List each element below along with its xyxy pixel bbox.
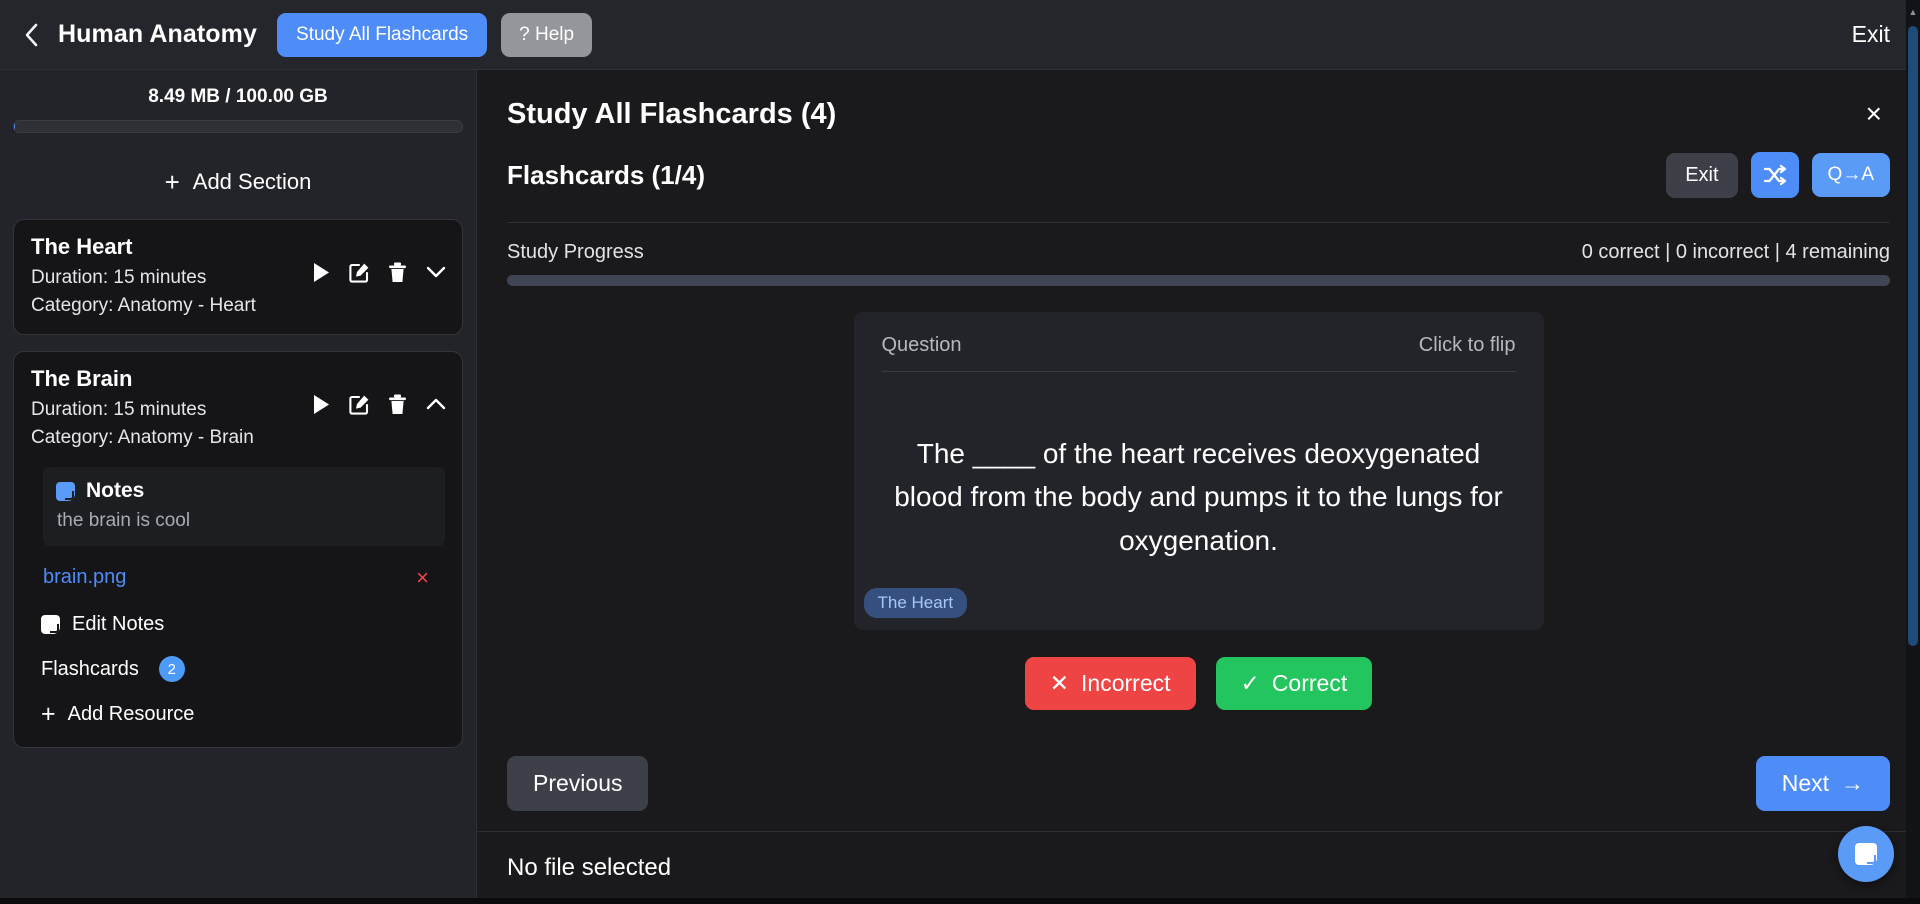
file-row: brain.png × <box>31 552 445 603</box>
next-button[interactable]: Next → <box>1755 756 1890 811</box>
flashcards-count-badge: 2 <box>158 656 185 683</box>
back-button[interactable] <box>18 20 44 50</box>
progress-label: Study Progress <box>507 241 644 263</box>
app-root: Human Anatomy Study All Flashcards ? Hel… <box>0 0 1920 904</box>
notes-fab-button[interactable] <box>1838 826 1894 882</box>
main-panel: Study All Flashcards (4) × Flashcards (1… <box>477 70 1920 904</box>
progress-bar <box>507 275 1890 286</box>
body-split: 8.49 MB / 100.00 GB + Add Section The He… <box>0 70 1920 904</box>
flashcard-header: Flashcards (1/4) Exit Q→A <box>477 142 1920 212</box>
correct-button[interactable]: ✓ Correct <box>1215 657 1373 710</box>
section-card-heart[interactable]: The Heart Duration: 15 minutes Category:… <box>13 219 463 336</box>
edit-icon[interactable] <box>348 261 371 284</box>
shuffle-icon <box>1763 164 1786 186</box>
flashcard-counter: Flashcards (1/4) <box>507 159 705 190</box>
next-label: Next <box>1781 770 1829 796</box>
section-header: The Brain Duration: 15 minutes Category:… <box>31 366 445 451</box>
section-card-brain[interactable]: The Brain Duration: 15 minutes Category:… <box>13 351 463 749</box>
shuffle-button[interactable] <box>1750 152 1799 198</box>
previous-button[interactable]: Previous <box>507 756 649 811</box>
incorrect-button[interactable]: ✕ Incorrect <box>1024 657 1196 710</box>
chevron-left-icon <box>25 23 37 46</box>
progress-row: Study Progress 0 correct | 0 incorrect |… <box>507 222 1890 275</box>
add-resource-button[interactable]: + Add Resource <box>31 692 445 737</box>
flashcard-tools: Exit Q→A <box>1666 152 1890 198</box>
add-section-label: Add Section <box>192 169 312 194</box>
x-icon: ✕ <box>1049 670 1070 696</box>
plus-icon: + <box>164 167 180 197</box>
judgement-row: ✕ Incorrect ✓ Correct <box>1024 657 1373 710</box>
section-header: The Heart Duration: 15 minutes Category:… <box>31 234 445 319</box>
page-title: Human Anatomy <box>58 20 258 48</box>
plus-icon: + <box>41 700 56 729</box>
section-collapse-toggle[interactable] <box>424 393 447 416</box>
progress-stats: 0 correct | 0 incorrect | 4 remaining <box>1581 241 1890 263</box>
chevron-up-icon <box>426 398 445 410</box>
progress-section: Study Progress 0 correct | 0 incorrect |… <box>477 212 1920 286</box>
flashcards-button[interactable]: Flashcards 2 <box>31 646 445 692</box>
notes-body: the brain is cool <box>57 510 191 532</box>
file-link[interactable]: brain.png <box>43 566 126 589</box>
bottom-strip <box>0 898 1920 904</box>
section-title: The Brain <box>31 366 133 392</box>
edit-notes-label: Edit Notes <box>72 613 165 636</box>
correct-label: Correct <box>1271 670 1348 696</box>
sidebar: 8.49 MB / 100.00 GB + Add Section The He… <box>0 70 477 904</box>
section-title: The Heart <box>31 234 133 259</box>
scroll-up-arrow-icon[interactable]: ▲ <box>1906 4 1920 20</box>
section-collapse-toggle[interactable] <box>424 261 447 284</box>
check-icon: ✓ <box>1240 670 1260 696</box>
scrollbar-thumb[interactable] <box>1908 26 1918 646</box>
delete-icon[interactable] <box>386 261 409 284</box>
study-session-title: Study All Flashcards (4) <box>507 97 837 130</box>
study-header: Study All Flashcards (4) × <box>477 70 1920 142</box>
incorrect-label: Incorrect <box>1081 670 1171 696</box>
edit-icon[interactable] <box>348 393 371 416</box>
delete-icon[interactable] <box>386 393 409 416</box>
play-icon[interactable] <box>310 393 333 416</box>
remove-file-icon[interactable]: × <box>410 566 435 589</box>
session-exit-button[interactable]: Exit <box>1666 152 1738 198</box>
study-all-flashcards-button[interactable]: Study All Flashcards <box>277 12 488 57</box>
note-icon <box>56 481 75 501</box>
flashcard[interactable]: Question Click to flip The ____ of the h… <box>853 312 1544 630</box>
storage-usage-label: 8.49 MB / 100.00 GB <box>148 86 328 107</box>
exit-button[interactable]: Exit <box>1848 15 1894 54</box>
card-side-label: Question <box>881 334 962 356</box>
notes-block: Notes the brain is cool <box>43 467 445 547</box>
section-actions <box>310 393 447 416</box>
storage-usage-bar <box>13 120 463 133</box>
edit-notes-button[interactable]: Edit Notes <box>31 603 445 646</box>
note-icon <box>41 615 60 635</box>
flip-hint: Click to flip <box>1418 334 1516 356</box>
chevron-down-icon <box>426 266 445 278</box>
section-category: Category: Anatomy - Brain <box>31 426 254 448</box>
note-icon <box>1855 843 1877 865</box>
card-area: Question Click to flip The ____ of the h… <box>477 286 1920 756</box>
help-button[interactable]: ? Help <box>501 12 593 57</box>
page-scrollbar[interactable]: ▲ <box>1906 0 1920 904</box>
section-category: Category: Anatomy - Heart <box>31 294 256 316</box>
question-to-answer-toggle[interactable]: Q→A <box>1811 153 1890 197</box>
section-actions <box>310 261 447 284</box>
flashcard-source-tag: The Heart <box>863 588 968 618</box>
file-status-bar: No file selected <box>477 831 1920 904</box>
notes-header: Notes <box>56 479 432 503</box>
add-resource-label: Add Resource <box>67 703 195 726</box>
flashcard-top-row: Question Click to flip <box>881 334 1516 372</box>
flashcards-label: Flashcards <box>41 657 139 680</box>
navigation-row: Previous Next → <box>477 756 1920 831</box>
notes-title: Notes <box>86 479 145 503</box>
close-icon[interactable]: × <box>1858 96 1890 132</box>
flashcard-text: The ____ of the heart receives deoxygena… <box>894 437 1503 556</box>
top-bar: Human Anatomy Study All Flashcards ? Hel… <box>0 0 1920 70</box>
arrow-right-icon: → <box>1841 770 1864 796</box>
add-section-button[interactable]: + Add Section <box>13 147 463 219</box>
play-icon[interactable] <box>310 261 333 284</box>
